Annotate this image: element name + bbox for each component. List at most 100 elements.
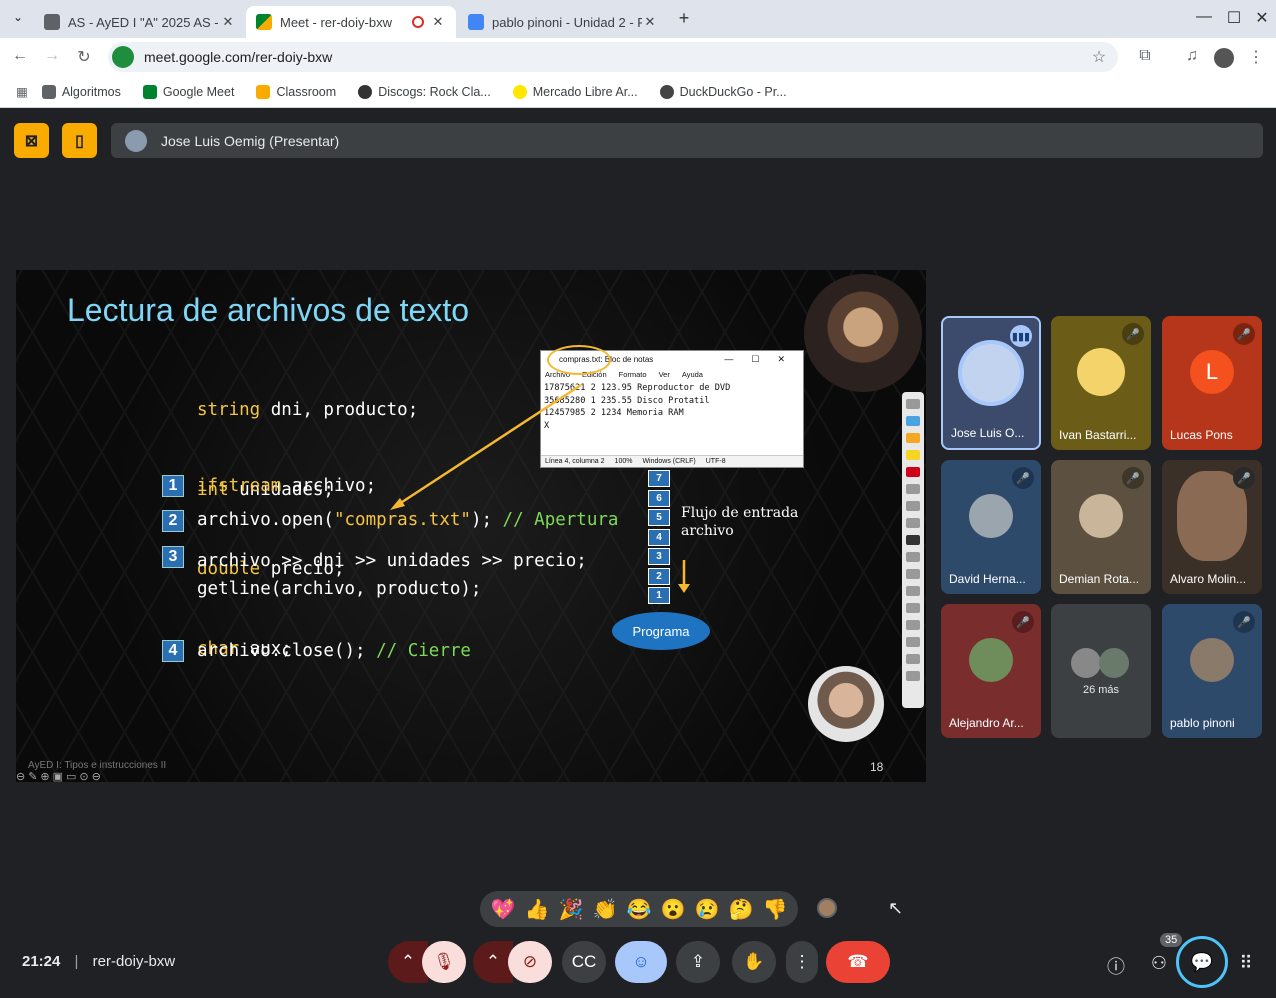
extensions-icon[interactable]: ⧉: [1133, 47, 1157, 65]
participant-name: David Herna...: [949, 572, 1026, 586]
participant-count-badge: 35: [1160, 933, 1183, 947]
bookmark-duckduckgo[interactable]: DuckDuckGo - Pr...: [659, 84, 787, 99]
recording-icon: [412, 16, 424, 28]
divider: |: [74, 953, 79, 970]
participant-tile[interactable]: 🎤 Alejandro Ar...: [941, 604, 1041, 738]
bookmark-google-meet[interactable]: Google Meet: [142, 84, 235, 99]
reaction-sad-icon[interactable]: 😢: [695, 897, 720, 922]
participant-tile[interactable]: 🎤 Alvaro Molin...: [1162, 460, 1262, 594]
hide-video-icon[interactable]: ⊠: [14, 123, 49, 158]
bookmark-label: Classroom: [276, 84, 337, 99]
new-tab-icon[interactable]: +: [672, 8, 696, 29]
tab-meet[interactable]: Meet - rer-doiy-bxw ✕: [246, 6, 456, 38]
bookmark-mercadolibre[interactable]: Mercado Libre Ar...: [512, 84, 638, 99]
presenter-video-bubble: [804, 274, 922, 392]
layout-icon[interactable]: ▯: [62, 123, 97, 158]
flow-label-line: archivo: [681, 523, 734, 539]
reaction-party-icon[interactable]: 🎉: [559, 897, 584, 922]
avatar: [958, 339, 1024, 406]
avatar: [1077, 348, 1125, 397]
tab-classroom[interactable]: AS - AyED I "A" 2025 AS - Alg ✕: [34, 6, 246, 38]
bookmark-discogs[interactable]: Discogs: Rock Cla...: [358, 84, 491, 99]
speaking-icon: ▮▮▮: [1010, 325, 1032, 347]
mic-off-icon: 🎤: [1233, 611, 1255, 633]
address-bar[interactable]: meet.google.com/rer-doiy-bxw: [108, 42, 1118, 72]
meeting-details-icon[interactable]: ⓘ: [1104, 953, 1128, 979]
mic-off-icon: 🎤: [1233, 323, 1255, 345]
avatar: [1079, 494, 1123, 539]
close-window-icon[interactable]: ✕: [1250, 8, 1274, 28]
video-options-button[interactable]: ⌃: [473, 941, 513, 983]
meet-favicon-icon: [256, 14, 272, 30]
reload-icon[interactable]: ↻: [72, 47, 96, 67]
participant-tile[interactable]: 🎤 Ivan Bastarri...: [1051, 316, 1151, 450]
mic-off-icon: 🎤: [1233, 467, 1255, 489]
back-icon[interactable]: ←: [8, 47, 32, 65]
slide-nav-controls[interactable]: ⊖✎⊕▣▭⊙⊖: [16, 770, 104, 782]
bookmark-algoritmos[interactable]: Algoritmos: [41, 84, 121, 99]
more-options-button[interactable]: ⋮: [786, 941, 818, 983]
mic-toggle-button[interactable]: 🎙: [422, 941, 466, 983]
close-tab-icon[interactable]: ✕: [430, 14, 446, 30]
captions-button[interactable]: CC: [562, 941, 606, 983]
minimize-icon[interactable]: —: [1192, 8, 1216, 26]
flow-label-line: Flujo de entrada: [681, 505, 799, 521]
apps-icon[interactable]: ▦: [16, 84, 28, 99]
mic-off-icon: 🎤: [1012, 611, 1034, 633]
participant-name: Alvaro Molin...: [1170, 572, 1247, 586]
participant-tile[interactable]: 🎤 pablo pinoni: [1162, 604, 1262, 738]
forward-icon[interactable]: →: [40, 47, 64, 65]
mouse-cursor-icon: ↖: [888, 898, 904, 918]
participant-name: Alejandro Ar...: [949, 716, 1024, 730]
activities-icon[interactable]: ⠿: [1234, 953, 1258, 974]
presenter-bar: Jose Luis Oemig (Presentar): [111, 123, 1263, 158]
reaction-thumbs-up-icon[interactable]: 👍: [525, 897, 550, 922]
participant-name: pablo pinoni: [1170, 716, 1235, 730]
reaction-laugh-icon[interactable]: 😂: [627, 897, 652, 922]
meet-stage: ⊠ ▯ Jose Luis Oemig (Presentar) Lectura …: [0, 108, 1276, 998]
tab-docs[interactable]: pablo pinoni - Unidad 2 - Pa ✕: [458, 6, 668, 38]
reactions-button[interactable]: ☺: [615, 941, 667, 983]
more-participants-label: 26 más: [1082, 684, 1120, 696]
site-info-icon[interactable]: [112, 46, 134, 68]
reaction-surprised-icon[interactable]: 😮: [661, 897, 686, 922]
program-ellipse: Programa: [612, 612, 710, 650]
people-icon[interactable]: ⚇: [1147, 953, 1171, 974]
bookmark-label: Google Meet: [162, 84, 235, 99]
maximize-icon[interactable]: ☐: [1222, 8, 1246, 28]
input-stream-stack: 7 6 5 4 3 2 1: [648, 470, 672, 607]
mic-off-icon: 🎤: [1122, 467, 1144, 489]
tab-strip: ⌄ AS - AyED I "A" 2025 AS - Alg ✕ Meet -…: [0, 0, 1276, 38]
reaction-clap-icon[interactable]: 👏: [593, 897, 618, 922]
profile-avatar[interactable]: [1214, 48, 1234, 68]
stack-cell: 1: [648, 587, 670, 604]
bookmark-star-icon[interactable]: ☆: [1087, 47, 1111, 67]
stack-cell: 3: [648, 548, 670, 565]
pen-toolbar[interactable]: [902, 392, 924, 708]
participant-tile[interactable]: 🎤 David Herna...: [941, 460, 1041, 594]
participant-tile[interactable]: L 🎤 Lucas Pons: [1162, 316, 1262, 450]
reaction-heart-icon[interactable]: 💖: [491, 897, 516, 922]
reaction-thinking-icon[interactable]: 🤔: [729, 897, 754, 922]
participant-name: Ivan Bastarri...: [1059, 428, 1137, 442]
raise-hand-button[interactable]: ✋: [732, 941, 776, 983]
present-button[interactable]: ⇪: [676, 941, 720, 983]
slide-page-number: 18: [870, 760, 884, 774]
menu-icon[interactable]: ⋮: [1244, 47, 1268, 67]
participant-tile[interactable]: ▮▮▮ Jose Luis O...: [941, 316, 1041, 450]
more-participants-tile[interactable]: 26 más: [1051, 604, 1151, 738]
leave-call-button[interactable]: ☎: [826, 941, 890, 983]
tab-search-icon[interactable]: ⌄: [6, 10, 30, 24]
close-tab-icon[interactable]: ✕: [220, 14, 236, 30]
browser-toolbar: ← → ↻ meet.google.com/rer-doiy-bxw ☆ ⧉ ♫…: [0, 38, 1276, 76]
bookmark-classroom[interactable]: Classroom: [256, 84, 337, 99]
meeting-code: rer-doiy-bxw: [92, 953, 176, 970]
media-controls-icon[interactable]: ♫: [1180, 47, 1204, 65]
camera-toggle-button[interactable]: ⊘: [508, 941, 552, 983]
skin-tone-icon[interactable]: [817, 898, 837, 918]
reaction-thumbs-down-icon[interactable]: 👎: [763, 897, 788, 922]
bookmarks-bar: ▦ Algoritmos Google Meet Classroom Disco…: [0, 76, 1276, 108]
participant-tile[interactable]: 🎤 Demian Rota...: [1051, 460, 1151, 594]
close-tab-icon[interactable]: ✕: [642, 14, 658, 30]
chat-button[interactable]: 💬: [1176, 936, 1228, 988]
